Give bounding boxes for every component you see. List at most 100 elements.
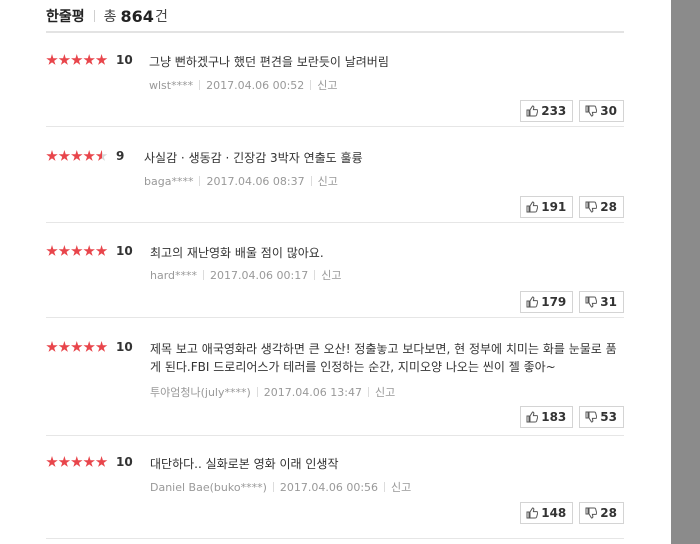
like-button[interactable]: 148: [520, 502, 574, 524]
star-icon: [71, 341, 83, 352]
review-text: 그냥 뻔하겠구나 했던 편견을 보란듯이 날려버림: [149, 55, 389, 69]
review-item: 10 최고의 재난영화 배울 점이 많아요. hard**** 2017.04.…: [46, 244, 624, 318]
review-item: 10 대단하다.. 실화로본 영화 이래 인생작 Daniel Bae(buko…: [46, 455, 624, 539]
dislike-count: 30: [600, 104, 617, 118]
star-icon: [58, 54, 71, 65]
star-icon: [58, 456, 71, 467]
thumbs-up-icon: [526, 507, 539, 519]
thumbs-down-icon: [585, 507, 598, 519]
dislike-button[interactable]: 53: [579, 406, 624, 428]
star-icon: [58, 341, 71, 352]
like-count: 179: [541, 295, 567, 309]
star-icon: [83, 150, 95, 161]
star-icon: [71, 150, 83, 161]
review-date: 2017.04.06 00:56: [279, 480, 379, 494]
review-meta: Daniel Bae(buko****) 2017.04.06 00:56 신고: [150, 479, 411, 495]
thumbs-up-icon: [526, 105, 539, 117]
dislike-button[interactable]: 28: [579, 196, 624, 218]
review-user: Daniel Bae(buko****): [150, 480, 267, 494]
star-icon: [58, 150, 71, 161]
review-score: 10: [116, 340, 133, 354]
total-unit: 건: [154, 9, 168, 25]
review-score: 10: [116, 53, 133, 67]
thumbs-up-icon: [526, 296, 539, 308]
header-underline: [46, 31, 624, 33]
report-link[interactable]: 신고: [321, 267, 341, 283]
review-score: 10: [116, 244, 133, 258]
review-divider: [46, 126, 624, 127]
review-date: 2017.04.06 08:37: [206, 174, 305, 188]
review-date: 2017.04.06 00:17: [210, 268, 309, 282]
meta-divider: [367, 387, 369, 397]
star-icon: [46, 54, 58, 65]
thumbs-down-icon: [585, 411, 598, 423]
vote-buttons: 233 30: [520, 100, 624, 122]
star-rating: [46, 244, 108, 258]
review-user: hard****: [150, 268, 198, 282]
meta-divider: [199, 176, 201, 186]
thumbs-up-icon: [526, 411, 539, 423]
report-link[interactable]: 신고: [375, 384, 395, 400]
review-user: baga****: [144, 174, 194, 188]
star-icon: [46, 245, 58, 256]
meta-divider: [272, 482, 274, 492]
like-button[interactable]: 233: [520, 100, 574, 122]
dislike-button[interactable]: 31: [579, 291, 624, 313]
star-icon: [58, 245, 71, 256]
thumbs-down-icon: [585, 296, 598, 308]
star-icon: [83, 54, 95, 65]
review-text: 제목 보고 애국영화라 생각하면 큰 오산! 정출놓고 보다보면, 현 정부에 …: [150, 342, 617, 374]
meta-divider: [256, 387, 258, 397]
report-link[interactable]: 신고: [391, 479, 411, 495]
star-rating: [46, 149, 108, 163]
meta-divider: [310, 80, 312, 90]
meta-divider: [384, 482, 386, 492]
dislike-count: 31: [600, 295, 617, 309]
section-title: 한줄평: [46, 9, 85, 25]
star-icon: [83, 245, 95, 256]
thumbs-down-icon: [585, 201, 598, 213]
dislike-button[interactable]: 28: [579, 502, 624, 524]
star-icon: [71, 245, 83, 256]
like-count: 233: [541, 104, 567, 118]
vote-buttons: 191 28: [520, 196, 624, 218]
vote-buttons: 183 53: [520, 406, 624, 428]
meta-divider: [199, 80, 201, 90]
like-button[interactable]: 191: [520, 196, 574, 218]
review-meta: hard**** 2017.04.06 00:17 신고: [150, 267, 341, 283]
review-text: 대단하다.. 실화로본 영화 이래 인생작: [150, 457, 339, 471]
thumbs-up-icon: [526, 201, 539, 213]
page-scrollbar[interactable]: [671, 0, 700, 544]
report-link[interactable]: 신고: [318, 173, 338, 189]
dislike-count: 28: [600, 200, 617, 214]
star-icon: [95, 245, 108, 256]
star-rating: [46, 53, 108, 67]
like-count: 183: [541, 410, 567, 424]
like-button[interactable]: 179: [520, 291, 574, 313]
dislike-count: 53: [600, 410, 617, 424]
like-count: 191: [541, 200, 567, 214]
review-divider: [46, 317, 624, 318]
meta-divider: [203, 270, 205, 280]
dislike-button[interactable]: 30: [579, 100, 624, 122]
review-divider: [46, 435, 624, 436]
dislike-count: 28: [600, 506, 617, 520]
star-icon: [71, 456, 83, 467]
star-icon: [46, 341, 58, 352]
star-icon: [46, 150, 58, 161]
header-divider: [93, 10, 95, 22]
star-icon: [71, 54, 83, 65]
review-date: 2017.04.06 00:52: [206, 78, 305, 92]
like-button[interactable]: 183: [520, 406, 574, 428]
star-icon: [83, 456, 95, 467]
star-icon: [95, 54, 108, 65]
review-user: 투야엄청나(july****): [150, 386, 251, 399]
thumbs-down-icon: [585, 105, 598, 117]
report-link[interactable]: 신고: [317, 77, 337, 93]
star-rating: [46, 455, 108, 469]
star-icon: [95, 456, 108, 467]
review-user: wlst****: [149, 78, 194, 92]
review-meta: baga**** 2017.04.06 08:37 신고: [144, 173, 338, 189]
review-divider: [46, 222, 624, 223]
star-icon: [46, 456, 58, 467]
